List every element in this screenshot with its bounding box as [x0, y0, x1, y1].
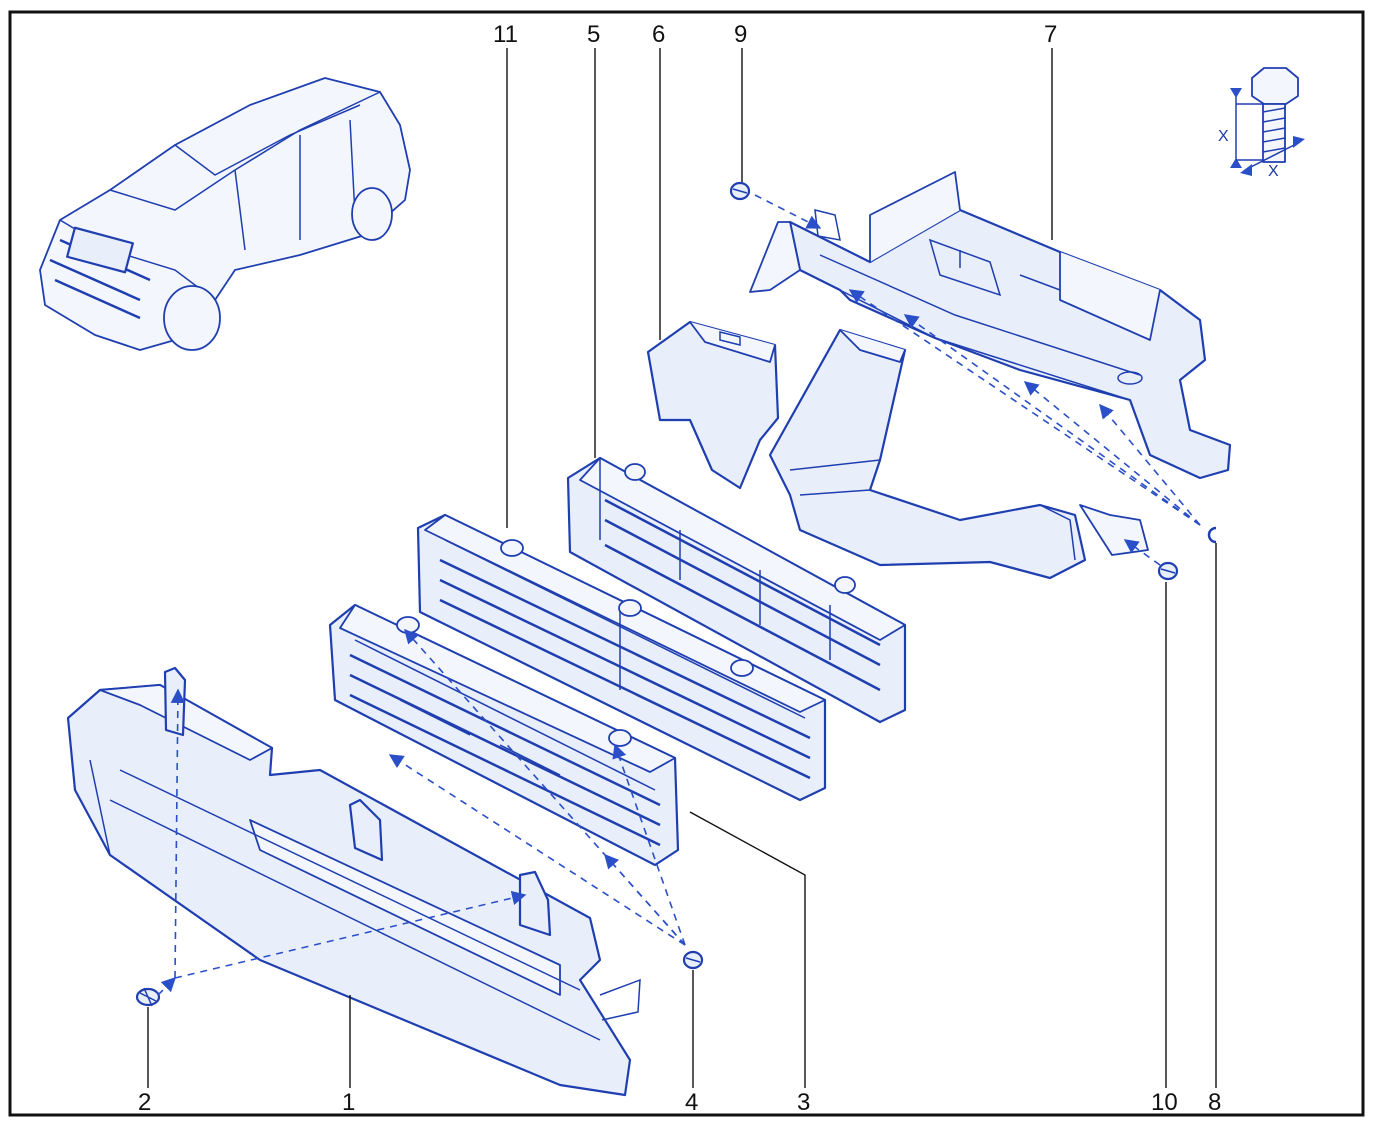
- exploded-parts-diagram: X X 2 1 4 3 10 8 11 5 6 9 7: [8, 10, 1365, 1117]
- clip-8-icon: [1207, 526, 1217, 544]
- vehicle-location-icon: [39, 77, 411, 351]
- callout-11: 11: [493, 21, 518, 48]
- callout-6: 6: [652, 21, 665, 48]
- dimension-x-horizontal: X: [1268, 163, 1279, 180]
- callout-7: 7: [1044, 21, 1057, 48]
- clip-2-icon: [135, 987, 161, 1007]
- clip-10-icon: [1157, 561, 1179, 581]
- callout-5: 5: [587, 21, 600, 48]
- callout-3: 3: [797, 1089, 810, 1116]
- callout-9: 9: [734, 21, 747, 48]
- screw-dimension-icon: X X: [1218, 67, 1305, 180]
- callout-4: 4: [685, 1089, 698, 1116]
- clip-9-icon: [729, 181, 751, 201]
- dimension-x-vertical: X: [1218, 128, 1229, 145]
- callout-2: 2: [138, 1089, 151, 1116]
- clip-4-icon: [682, 950, 704, 970]
- callout-1: 1: [342, 1089, 355, 1116]
- callout-10: 10: [1151, 1089, 1178, 1116]
- callout-8: 8: [1208, 1089, 1221, 1116]
